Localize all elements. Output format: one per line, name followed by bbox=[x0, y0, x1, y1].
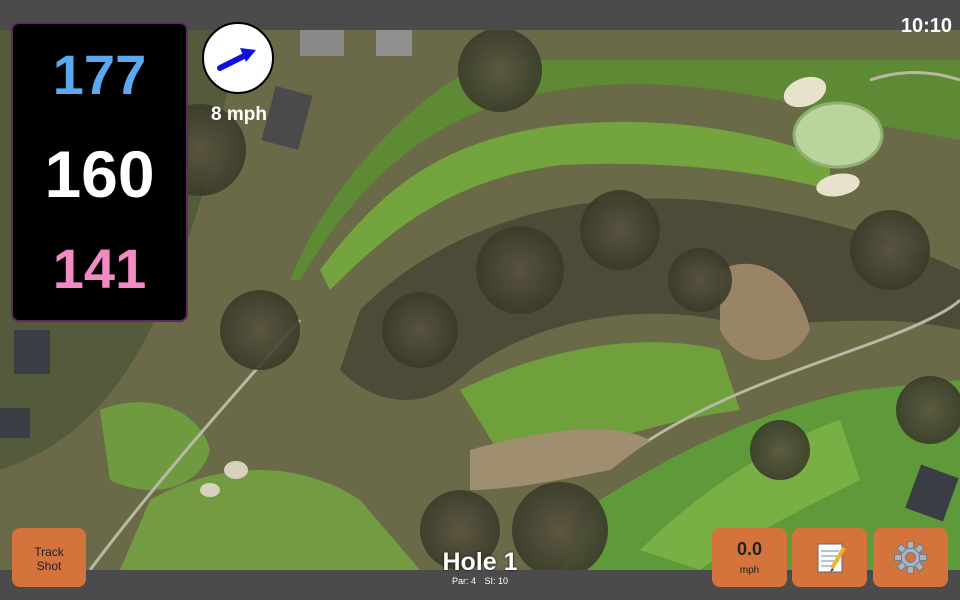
gear-icon bbox=[894, 541, 927, 574]
hole-info: Par: 4 SI: 10 bbox=[380, 576, 580, 586]
notepad-icon bbox=[817, 543, 846, 573]
wind-speed-label: 8 mph bbox=[211, 104, 267, 125]
wind-arrow-icon bbox=[217, 48, 256, 71]
track-shot-button[interactable]: Track Shot bbox=[12, 528, 86, 587]
front-distance: 141 bbox=[52, 237, 147, 300]
wind-direction-indicator[interactable] bbox=[202, 22, 274, 94]
wind-speed-unit: mph bbox=[739, 565, 760, 576]
back-distance: 177 bbox=[52, 43, 147, 106]
hole-title: Hole 1 bbox=[442, 548, 518, 576]
settings-button[interactable] bbox=[873, 528, 948, 587]
track-shot-label: Track Shot bbox=[34, 545, 64, 573]
wind-speed-button[interactable]: 0.0 mph bbox=[712, 528, 787, 587]
wind-speed-value: 0.0 bbox=[736, 539, 763, 559]
hole-stroke-index: SI: 10 bbox=[484, 576, 509, 586]
distance-panel[interactable]: 177 160 141 bbox=[11, 22, 188, 322]
center-distance: 160 bbox=[44, 137, 155, 211]
hole-par: Par: 4 bbox=[451, 576, 476, 586]
clock: 10:10 bbox=[900, 15, 952, 37]
notes-button[interactable] bbox=[792, 528, 867, 587]
